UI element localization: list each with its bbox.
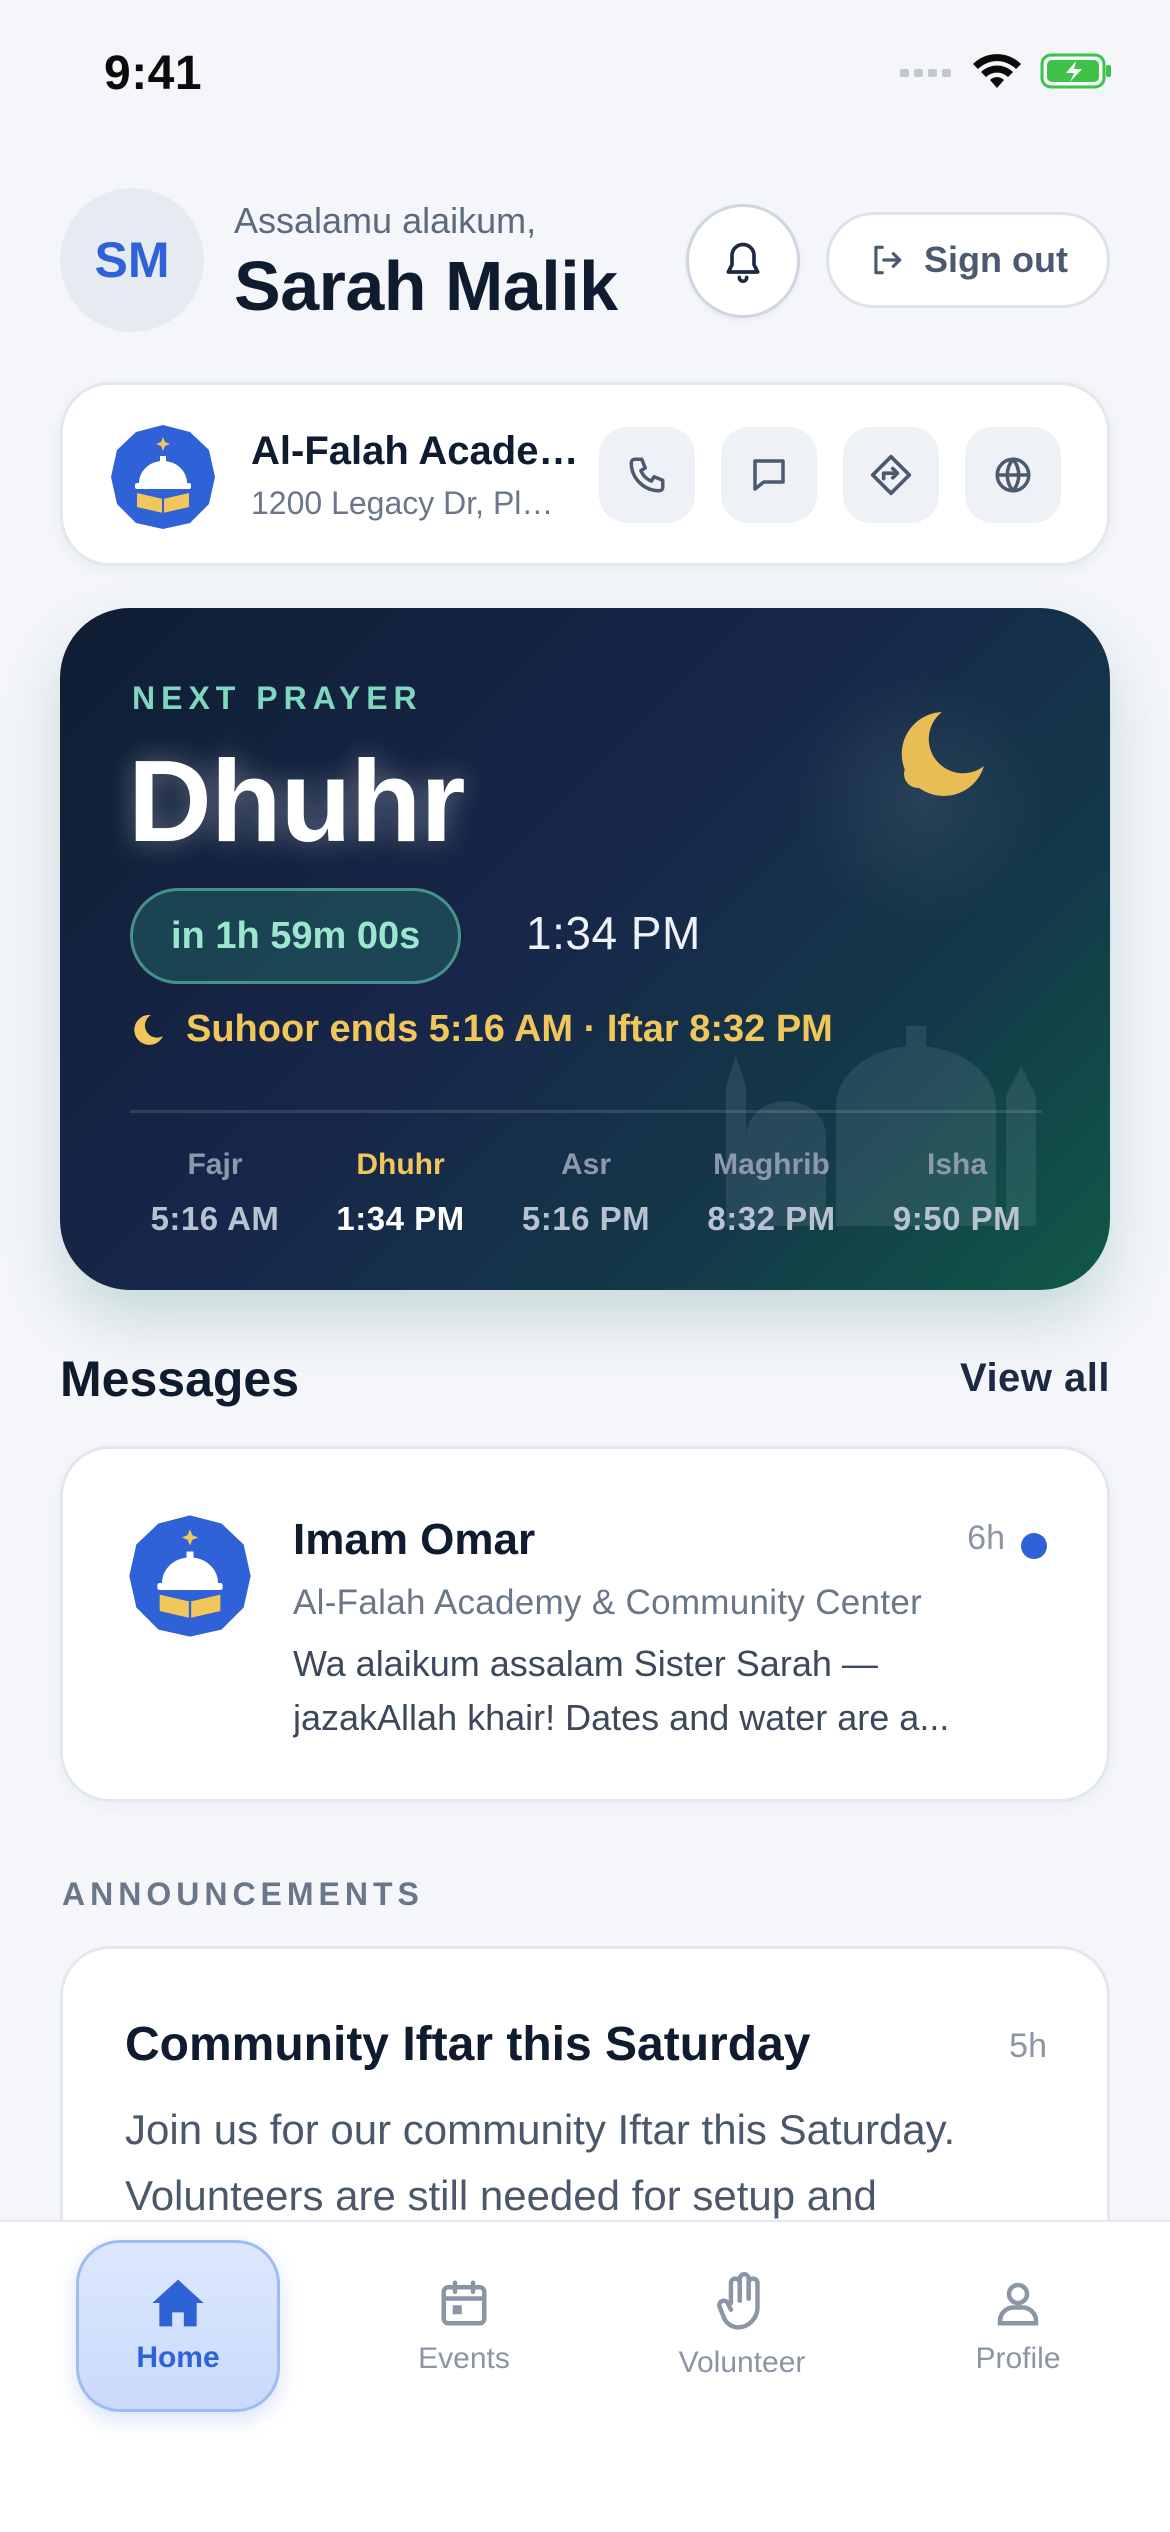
website-button[interactable] xyxy=(965,427,1061,523)
phone-icon xyxy=(629,457,665,493)
next-prayer-card[interactable]: NEXT PRAYER Dhuhr in 1h 59m 00s 1:34 PM … xyxy=(60,608,1110,1290)
message-item[interactable]: Imam Omar 6h Al-Falah Academy & Communit… xyxy=(60,1446,1110,1802)
tab-label: Profile xyxy=(975,2342,1061,2375)
organization-actions xyxy=(599,427,1061,523)
organization-logo xyxy=(111,425,215,529)
message-preview: Wa alaikum assalam Sister Sarah — jazakA… xyxy=(293,1637,1053,1745)
message-button[interactable] xyxy=(721,427,817,523)
prayer-item-fajr: Fajr 5:16 AM xyxy=(130,1148,300,1238)
prayer-divider xyxy=(130,1110,1042,1113)
directions-button[interactable] xyxy=(843,427,939,523)
sign-out-icon xyxy=(874,245,902,275)
wifi-icon xyxy=(973,54,1021,88)
tab-label: Home xyxy=(136,2341,220,2374)
tab-events[interactable]: Events xyxy=(362,2240,566,2412)
prayer-item-name: Asr xyxy=(560,1148,612,1181)
prayer-item-asr: Asr 5:16 PM xyxy=(501,1148,671,1238)
sign-out-label: Sign out xyxy=(924,239,1068,280)
battery-icon xyxy=(1040,53,1111,89)
prayer-item-isha: Isha 9:50 PM xyxy=(872,1148,1042,1238)
view-all-messages-link[interactable]: View all xyxy=(960,1356,1110,1401)
crescent-moon-icon xyxy=(901,712,984,796)
tab-home[interactable]: Home xyxy=(76,2240,280,2412)
hand-icon xyxy=(717,2272,760,2330)
announcement-title: Community Iftar this Saturday xyxy=(125,2018,811,2071)
organization-address: 1200 Legacy Dr, Plano, TX xyxy=(251,485,561,521)
message-preview-line: jazakAllah khair! Dates and water are a.… xyxy=(293,1697,950,1738)
home-icon xyxy=(152,2279,204,2327)
prayer-item-maghrib: Maghrib 8:32 PM xyxy=(687,1148,857,1238)
next-prayer-time: 1:34 PM xyxy=(526,907,701,959)
calendar-icon xyxy=(441,2280,487,2326)
prayer-item-name: Dhuhr xyxy=(356,1148,445,1181)
message-sender: Imam Omar xyxy=(293,1515,536,1564)
prayer-item-time: 9:50 PM xyxy=(892,1200,1022,1237)
prayer-schedule: Fajr 5:16 AM Dhuhr 1:34 PM Asr 5:16 PM M… xyxy=(130,1148,1042,1238)
call-button[interactable] xyxy=(599,427,695,523)
announcement-time: 5h xyxy=(1009,2027,1047,2065)
messages-title: Messages xyxy=(60,1351,300,1407)
avatar[interactable]: SM xyxy=(60,188,204,332)
next-prayer-label: NEXT PRAYER xyxy=(132,680,423,716)
bell-icon xyxy=(726,242,760,283)
suhoor-iftar-text: Suhoor ends 5:16 AM · Iftar 8:32 PM xyxy=(186,1008,833,1050)
status-time: 9:41 xyxy=(104,47,203,100)
sender-logo xyxy=(129,1515,251,1637)
signal-icon xyxy=(900,69,951,77)
crescent-icon xyxy=(134,1014,163,1045)
prayer-item-name: Maghrib xyxy=(713,1148,830,1181)
globe-icon xyxy=(995,457,1031,493)
prayer-item-time: 5:16 PM xyxy=(521,1200,651,1237)
header: SM Assalamu alaikum, Sarah Malik Sign ou… xyxy=(60,188,1110,334)
message-time: 6h xyxy=(967,1519,1005,1557)
message-icon xyxy=(753,459,785,491)
message-organization: Al-Falah Academy & Community Center xyxy=(293,1583,923,1622)
prayer-item-dhuhr: Dhuhr 1:34 PM xyxy=(316,1148,486,1238)
prayer-item-name: Fajr xyxy=(187,1148,243,1181)
announcements-label: ANNOUNCEMENTS xyxy=(62,1876,424,1912)
prayer-item-time: 8:32 PM xyxy=(707,1200,836,1237)
tab-bar: Home Events Volunteer Profile xyxy=(0,2220,1170,2532)
next-prayer-name: Dhuhr xyxy=(128,736,465,866)
status-bar: 9:41 xyxy=(0,0,1170,150)
greeting-text: Assalamu alaikum, xyxy=(234,200,537,241)
person-icon xyxy=(997,2282,1039,2326)
notifications-button[interactable] xyxy=(686,204,800,318)
tab-volunteer[interactable]: Volunteer xyxy=(640,2240,844,2412)
countdown-badge: in 1h 59m 00s xyxy=(130,888,462,984)
tab-label: Volunteer xyxy=(678,2346,806,2379)
prayer-item-time: 5:16 AM xyxy=(150,1200,280,1237)
user-name: Sarah Malik xyxy=(234,247,618,325)
organization-name: Al-Falah Academy & Community Center xyxy=(251,429,581,473)
sign-out-button[interactable]: Sign out xyxy=(826,212,1110,308)
organization-card[interactable]: Al-Falah Academy & Community Center 1200… xyxy=(60,382,1110,566)
unread-dot xyxy=(1021,1533,1047,1559)
directions-icon xyxy=(870,454,912,496)
prayer-item-time: 1:34 PM xyxy=(336,1200,465,1237)
tab-profile[interactable]: Profile xyxy=(916,2240,1120,2412)
tab-label: Events xyxy=(418,2342,510,2375)
suhoor-iftar-line: Suhoor ends 5:16 AM · Iftar 8:32 PM xyxy=(130,1008,833,1051)
announcement-body: Join us for our community Iftar this Sat… xyxy=(125,2106,956,2219)
status-icons xyxy=(900,52,1114,90)
prayer-item-name: Isha xyxy=(926,1148,988,1181)
message-preview-line: Wa alaikum assalam Sister Sarah — xyxy=(293,1643,878,1684)
